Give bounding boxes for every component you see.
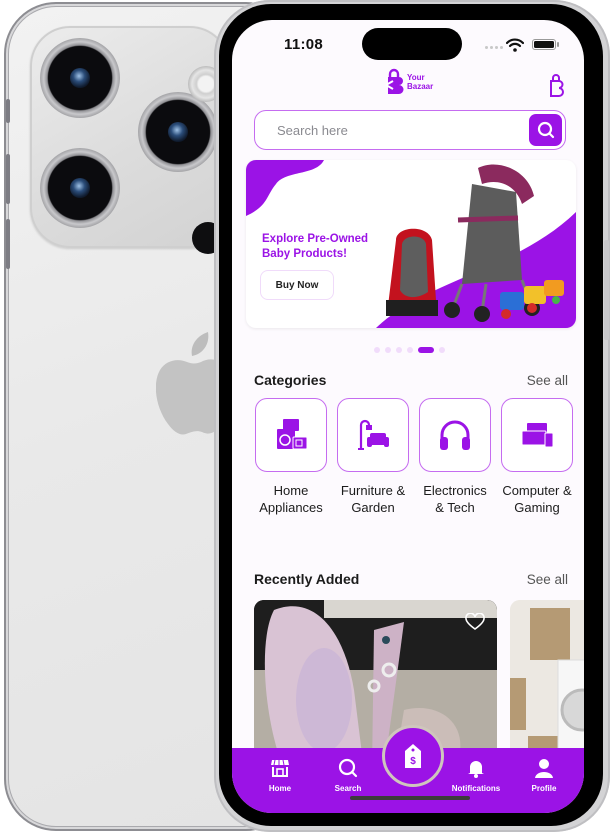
nav-label: Notifications (451, 784, 501, 793)
side-button (6, 219, 10, 269)
headphones-icon (440, 420, 470, 450)
category-computer-gaming[interactable]: Computer & Gaming (500, 398, 574, 516)
status-time: 11:08 (284, 36, 324, 53)
camera-lens (40, 38, 120, 118)
carousel-indicator (374, 347, 445, 353)
home-indicator[interactable] (350, 796, 470, 800)
sell-button[interactable]: $ (382, 725, 444, 787)
nav-search[interactable]: Search (316, 758, 380, 793)
category-label: Electronics & Tech (423, 483, 487, 515)
category-home-appliances[interactable]: Home Appliances (254, 398, 328, 516)
computer-devices-icon (521, 423, 554, 448)
category-label: Furniture & Garden (340, 483, 406, 515)
nav-profile[interactable]: Profile (512, 758, 576, 793)
storefront-icon (271, 759, 289, 777)
cellular-signal-icon (485, 46, 503, 49)
buy-now-button[interactable]: Buy Now (260, 270, 334, 300)
heart-icon[interactable] (465, 613, 485, 631)
promo-banner[interactable]: Explore Pre-Owned Baby Products! Buy Now (246, 160, 576, 328)
nav-notifications[interactable]: Notifications (444, 758, 508, 793)
bag-b-icon[interactable] (548, 74, 566, 98)
camera-lens (138, 92, 218, 172)
search-icon (537, 121, 554, 139)
categories-title: Categories (254, 372, 327, 388)
carousel-dot-active[interactable] (418, 347, 434, 353)
product-image (254, 600, 497, 770)
dynamic-island (362, 28, 462, 60)
price-tag-icon: $ (405, 744, 421, 768)
search-bar (254, 110, 566, 150)
svg-text:$: $ (410, 756, 416, 767)
nav-label: Search (334, 784, 362, 793)
category-label: Home Appliances (259, 483, 323, 515)
recently-added-title: Recently Added (254, 571, 360, 587)
wifi-icon (506, 38, 524, 52)
nav-label: Profile (531, 784, 557, 793)
banner-title: Explore Pre-Owned Baby Products! (262, 233, 369, 260)
side-button (6, 99, 10, 123)
user-icon (535, 759, 553, 778)
furniture-icon (358, 419, 389, 450)
nav-home[interactable]: Home (248, 758, 312, 793)
carousel-dot[interactable] (439, 347, 445, 353)
carousel-dot[interactable] (396, 347, 402, 353)
category-electronics-tech[interactable]: Electronics & Tech (418, 398, 492, 516)
product-image (510, 600, 584, 770)
battery-icon (532, 39, 556, 50)
camera-module (30, 26, 241, 254)
carousel-dot[interactable] (407, 347, 413, 353)
product-card[interactable] (510, 600, 584, 770)
logo-text: Your (407, 73, 425, 82)
side-button (6, 154, 10, 204)
appliances-icon (277, 419, 308, 450)
app-logo[interactable]: Your Bazaar (384, 68, 433, 96)
search-icon (338, 758, 358, 778)
carousel-dot[interactable] (385, 347, 391, 353)
category-label: Computer & Gaming (502, 483, 572, 515)
recently-added-see-all-link[interactable]: See all (527, 572, 568, 587)
nav-label: Home (268, 784, 292, 793)
search-input[interactable] (275, 111, 519, 150)
carousel-dot[interactable] (374, 347, 380, 353)
categories-see-all-link[interactable]: See all (527, 373, 568, 388)
product-card[interactable] (254, 600, 497, 770)
bell-icon (468, 761, 484, 778)
bazaar-bag-logo-icon (385, 68, 404, 94)
car-seat-image (386, 228, 438, 316)
power-button (604, 240, 609, 340)
app-screen: 11:08 Your Bazaar Search here Explore Pr… (232, 20, 584, 813)
logo-text: Bazaar (407, 82, 434, 91)
category-furniture-garden[interactable]: Furniture & Garden (336, 398, 410, 516)
camera-lens (40, 148, 120, 228)
search-button[interactable] (529, 114, 562, 146)
